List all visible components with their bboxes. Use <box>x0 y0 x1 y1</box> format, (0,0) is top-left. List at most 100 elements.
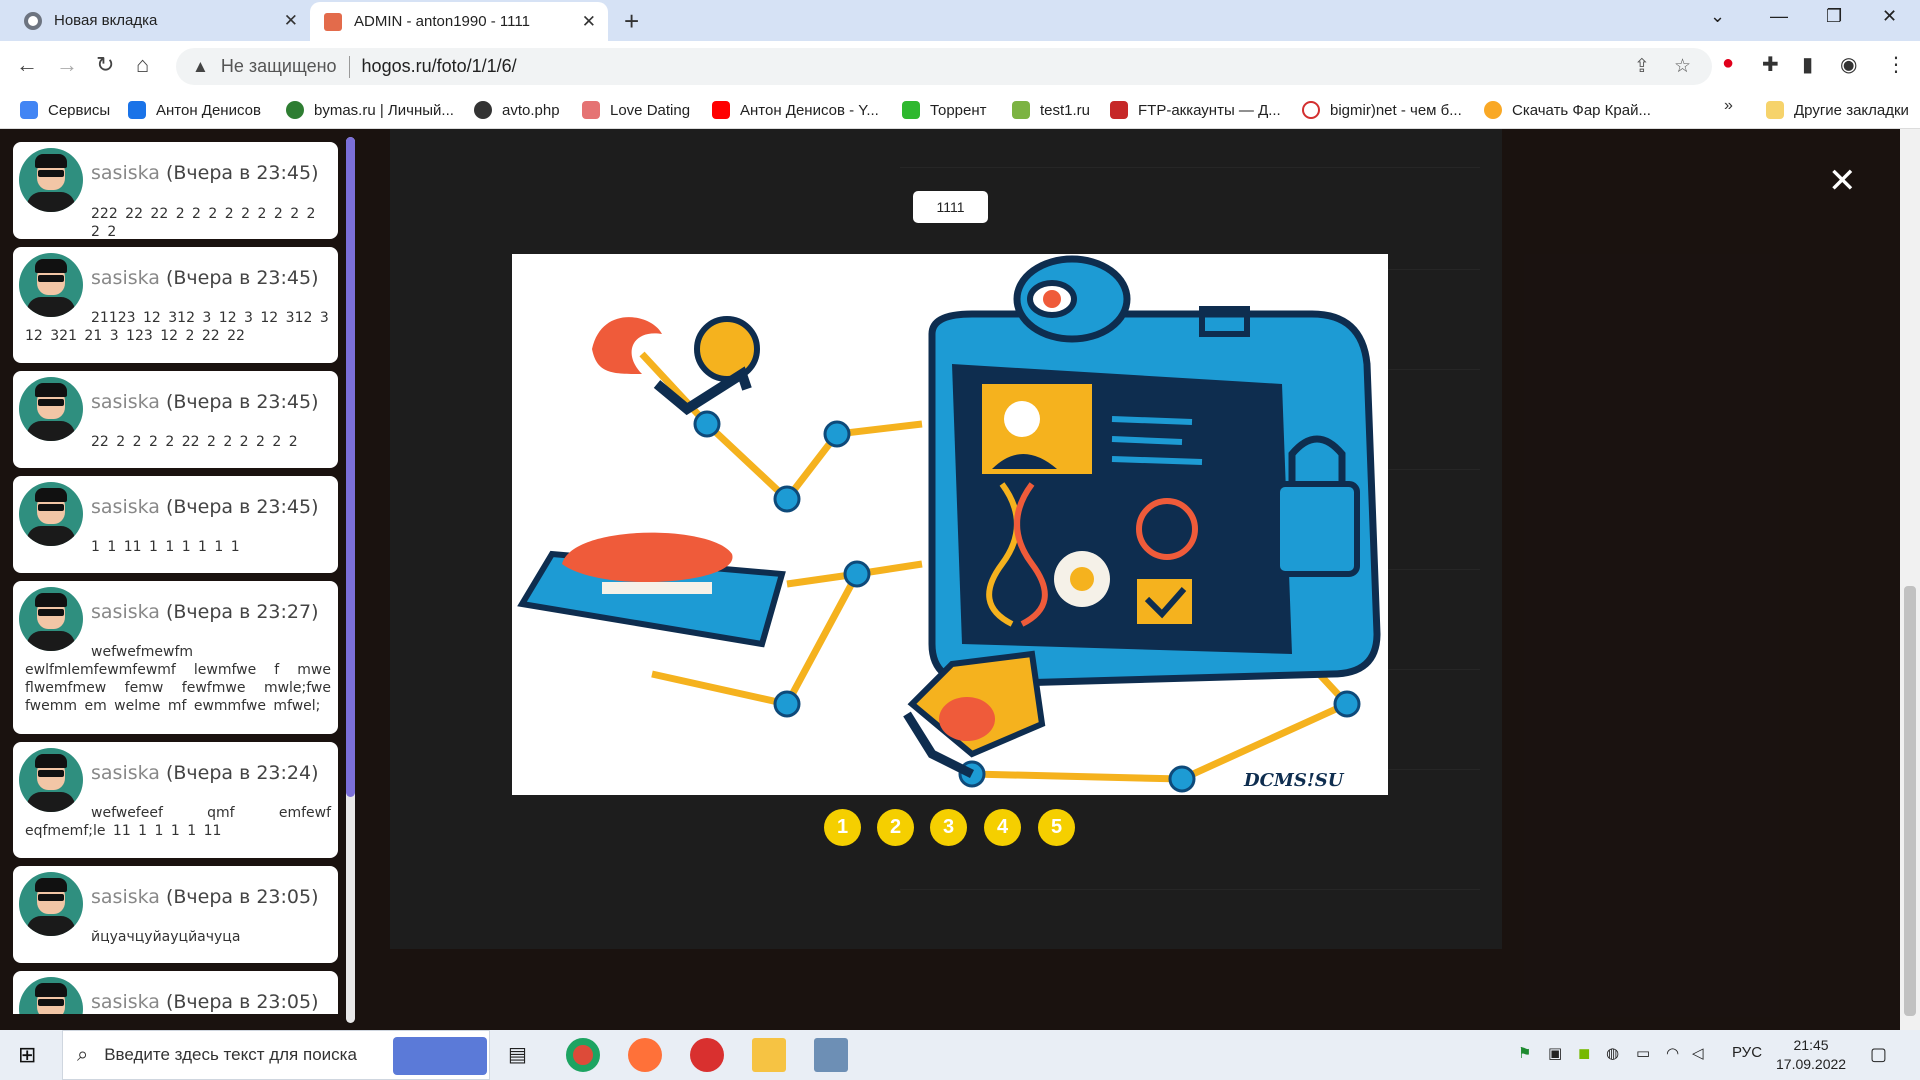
bookmark-youtube[interactable]: Антон Денисов - Y... <box>712 97 879 123</box>
bookmark-torrent[interactable]: Торрент <box>902 97 987 123</box>
more-bookmarks-icon[interactable]: » <box>1724 97 1733 115</box>
file-explorer-icon[interactable] <box>752 1038 786 1072</box>
system-clock[interactable]: 21:45 17.09.2022 <box>1776 1036 1846 1074</box>
message-header: sasiska (Вчера в 23:45) <box>91 267 319 289</box>
sidepanel-icon[interactable]: ▮ <box>1802 52 1813 77</box>
bookmark-bymas[interactable]: bymas.ru | Личный... <box>286 97 454 123</box>
message-text: йцуачцуйауцйачуца <box>91 929 241 945</box>
app-taskbar-icon[interactable] <box>814 1038 848 1072</box>
close-icon[interactable]: ✕ <box>1828 161 1857 201</box>
bookmark-label: Скачать Фар Край... <box>1512 101 1651 119</box>
language-indicator[interactable]: РУС <box>1732 1044 1762 1061</box>
opera-icon[interactable]: ● <box>1722 52 1734 75</box>
clock-date: 17.09.2022 <box>1776 1056 1847 1072</box>
page-button-1[interactable]: 1 <box>824 809 861 846</box>
message-text: 1 1 11 1 1 1 1 1 1 <box>91 539 240 555</box>
avatar <box>19 148 83 212</box>
message-user[interactable]: sasiska <box>91 391 160 413</box>
reload-icon[interactable]: ↻ <box>96 52 114 78</box>
message-time: (Вчера в 23:24) <box>165 762 319 784</box>
taskbar-search[interactable]: ⌕ Введите здесь текст для поиска <box>62 1030 490 1080</box>
message-user[interactable]: sasiska <box>91 162 160 184</box>
page-scrollbar[interactable] <box>1900 129 1920 1030</box>
tray-app-icon[interactable]: ▣ <box>1548 1044 1562 1062</box>
ccleaner-taskbar-icon[interactable] <box>690 1038 724 1072</box>
message-user[interactable]: sasiska <box>91 762 160 784</box>
message-user[interactable]: sasiska <box>91 601 160 623</box>
bookmark-test1[interactable]: test1.ru <box>1012 97 1090 123</box>
bookmark-icon <box>582 101 600 119</box>
bookmark-avto[interactable]: avto.php <box>474 97 560 123</box>
task-view-icon[interactable]: ▤ <box>508 1042 527 1067</box>
message-user[interactable]: sasiska <box>91 267 160 289</box>
cyber-security-illustration <box>517 255 1381 793</box>
bookmark-icon <box>286 101 304 119</box>
bookmark-anton-vk[interactable]: Антон Денисов <box>128 97 261 123</box>
bookmark-love-dating[interactable]: Love Dating <box>582 97 690 123</box>
bookmark-services[interactable]: Сервисы <box>20 97 110 123</box>
youtube-icon <box>712 101 730 119</box>
new-tab-icon[interactable]: + <box>624 6 639 37</box>
search-icon: ⌕ <box>77 1043 89 1066</box>
volume-tray-icon[interactable]: ◁ <box>1692 1044 1704 1062</box>
chat-message: sasiska (Вчера в 23:45) 222 22 22 2 2 2 … <box>13 142 338 240</box>
star-icon[interactable]: ☆ <box>1674 55 1691 78</box>
menu-icon[interactable]: ⋮ <box>1886 52 1906 77</box>
page-button-2[interactable]: 2 <box>877 809 914 846</box>
page-scroll-thumb[interactable] <box>1904 586 1916 1016</box>
windows-start-icon[interactable]: ⊞ <box>18 1042 36 1068</box>
wifi-tray-icon[interactable]: ◠ <box>1666 1044 1679 1062</box>
tab-admin[interactable]: ADMIN - anton1990 - 1111 ✕ <box>310 2 608 41</box>
minimize-icon[interactable]: — <box>1770 6 1788 27</box>
security-status[interactable]: Не защищено <box>221 56 337 77</box>
bookmark-label: test1.ru <box>1040 101 1091 119</box>
address-bar[interactable]: ▲ Не защищено hogos.ru/foto/1/1/6/ ⇪ ☆ <box>176 48 1712 85</box>
tab-new-tab[interactable]: Новая вкладка ✕ <box>10 0 310 41</box>
extensions-icon[interactable]: ✚ <box>1762 52 1779 77</box>
tab-search-icon[interactable]: ⌄ <box>1710 6 1725 27</box>
message-header: sasiska (Вчера в 23:45) <box>91 391 319 413</box>
message-user[interactable]: sasiska <box>91 496 160 518</box>
page-button-4[interactable]: 4 <box>984 809 1021 846</box>
firefox-taskbar-icon[interactable] <box>628 1038 662 1072</box>
message-header: sasiska (Вчера в 23:05) <box>91 886 319 908</box>
home-icon[interactable]: ⌂ <box>136 52 149 78</box>
profile-avatar[interactable]: ◉ <box>1840 52 1857 77</box>
message-text: 21123 12 312 3 12 3 12 312 3 12 321 21 3… <box>25 310 329 344</box>
message-user[interactable]: sasiska <box>91 886 160 908</box>
close-tab-icon[interactable]: ✕ <box>284 11 298 31</box>
message-time: (Вчера в 23:45) <box>165 496 319 518</box>
bookmark-ftp[interactable]: FTP-аккаунты — Д... <box>1110 97 1281 123</box>
chat-message: sasiska (Вчера в 23:27) wefwefmewfm ewlf… <box>13 581 338 734</box>
globe-icon <box>474 101 492 119</box>
page-button-3[interactable]: 3 <box>930 809 967 846</box>
url-text[interactable]: hogos.ru/foto/1/1/6/ <box>362 56 517 77</box>
message-user[interactable]: sasiska <box>91 991 160 1013</box>
notifications-icon[interactable]: ▢ <box>1870 1044 1887 1065</box>
chrome-taskbar-icon[interactable] <box>566 1038 600 1072</box>
chat-scrollbar[interactable] <box>346 137 355 1023</box>
bookmark-label: bymas.ru | Личный... <box>314 101 454 119</box>
window-close-icon[interactable]: ✕ <box>1882 6 1897 27</box>
nvidia-tray-icon[interactable]: ◼ <box>1578 1044 1590 1062</box>
page-button-5[interactable]: 5 <box>1038 809 1075 846</box>
other-bookmarks[interactable]: Другие закладки <box>1766 97 1909 123</box>
forward-icon[interactable]: → <box>56 52 78 78</box>
chat-message: sasiska (Вчера в 23:05) <box>13 971 338 1014</box>
chrome-icon <box>24 11 42 30</box>
bookmarks-bar: Сервисы Антон Денисов bymas.ru | Личный.… <box>0 91 1920 129</box>
back-icon[interactable]: ← <box>16 52 38 78</box>
message-time: (Вчера в 23:45) <box>165 267 319 289</box>
share-icon[interactable]: ⇪ <box>1634 55 1650 78</box>
bookmark-bigmir[interactable]: bigmir)net - чем б... <box>1302 97 1462 123</box>
battery-tray-icon[interactable]: ▭ <box>1636 1044 1650 1062</box>
close-tab-icon[interactable]: ✕ <box>582 12 596 32</box>
chat-scroll-thumb[interactable] <box>346 137 355 797</box>
message-time: (Вчера в 23:05) <box>165 991 319 1013</box>
flag-tray-icon[interactable]: ⚑ <box>1518 1044 1531 1062</box>
restore-icon[interactable]: ❐ <box>1826 6 1842 27</box>
bookmark-far-cry[interactable]: Скачать Фар Край... <box>1484 97 1651 123</box>
steam-tray-icon[interactable]: ◍ <box>1606 1044 1619 1062</box>
bookmark-label: Сервисы <box>48 101 111 119</box>
photo-image[interactable]: DCMS!SU <box>512 254 1388 795</box>
